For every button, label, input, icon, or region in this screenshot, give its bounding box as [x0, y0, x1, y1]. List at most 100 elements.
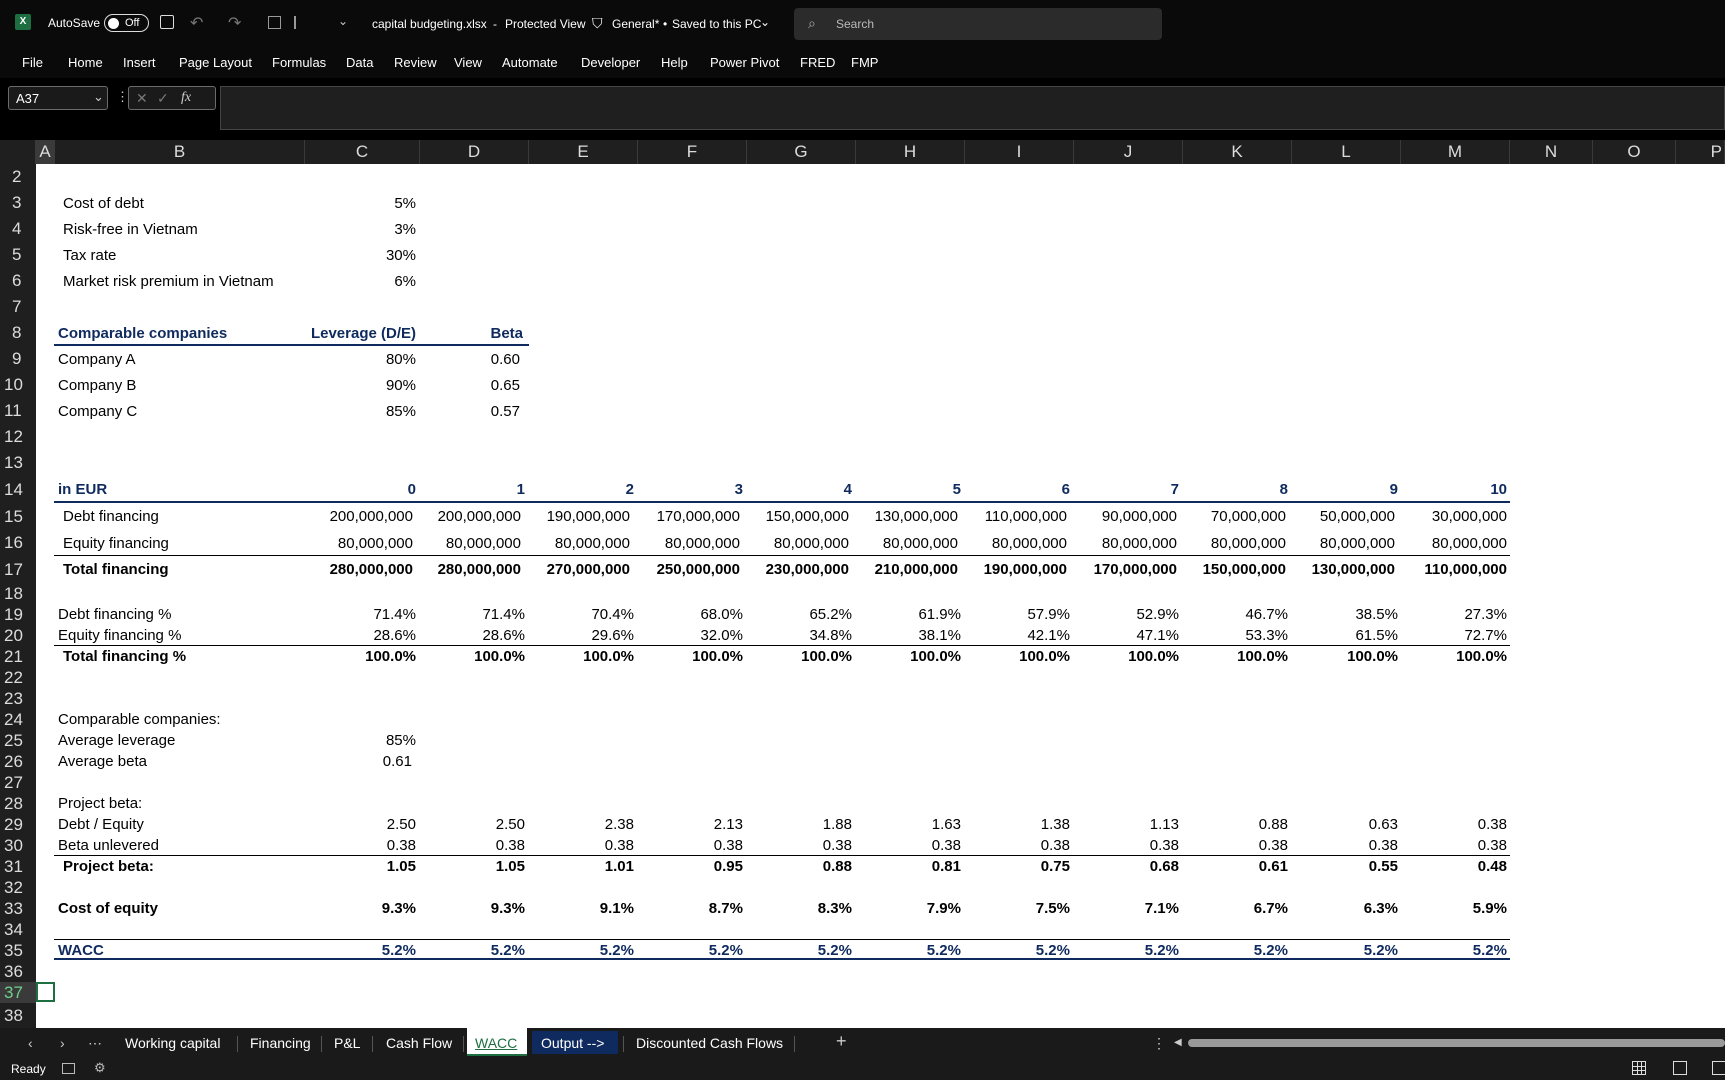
scroll-right-icon[interactable]: ›: [60, 1035, 65, 1051]
debt-financing-value[interactable]: 150,000,000: [766, 508, 849, 525]
project-beta-value[interactable]: 1.05: [496, 858, 525, 875]
total-financing-value[interactable]: 150,000,000: [1203, 561, 1286, 578]
row-header[interactable]: 11: [0, 398, 36, 424]
formula-input[interactable]: [220, 86, 1725, 130]
debt-financing-value[interactable]: 90,000,000: [1102, 508, 1177, 525]
comps-beta[interactable]: 0.65: [491, 377, 520, 394]
row-header[interactable]: 36: [0, 961, 36, 982]
debt-financing-value[interactable]: 70,000,000: [1211, 508, 1286, 525]
row-header[interactable]: 34: [0, 919, 36, 940]
page-layout-view-icon[interactable]: [1673, 1061, 1687, 1075]
row-header[interactable]: 38: [0, 1003, 36, 1028]
undo-icon[interactable]: ↶: [190, 13, 203, 33]
wacc-value[interactable]: 5.2%: [818, 942, 852, 959]
input-value[interactable]: 3%: [394, 221, 416, 238]
page-break-view-icon[interactable]: [1712, 1061, 1725, 1075]
column-header[interactable]: O: [1593, 140, 1676, 164]
cost-of-equity-value[interactable]: 9.3%: [382, 900, 416, 917]
total-financing-value[interactable]: 210,000,000: [875, 561, 958, 578]
row-header[interactable]: 25: [0, 730, 36, 751]
input-label[interactable]: Tax rate: [63, 247, 116, 264]
debt-pct-value[interactable]: 71.4%: [373, 606, 416, 623]
debt-equity-value[interactable]: 2.38: [605, 816, 634, 833]
debt-financing-value[interactable]: 200,000,000: [438, 508, 521, 525]
debt-pct-value[interactable]: 52.9%: [1136, 606, 1179, 623]
comps-beta[interactable]: 0.60: [491, 351, 520, 368]
equity-pct-value[interactable]: 32.0%: [700, 627, 743, 644]
beta-unlevered-value[interactable]: 0.38: [1478, 837, 1507, 854]
debt-pct-value[interactable]: 70.4%: [591, 606, 634, 623]
row-header[interactable]: 16: [0, 530, 36, 556]
equity-financing-value[interactable]: 80,000,000: [555, 535, 630, 552]
debt-financing-value[interactable]: 190,000,000: [547, 508, 630, 525]
equity-pct-value[interactable]: 29.6%: [591, 627, 634, 644]
tab-pl[interactable]: P&L: [334, 1035, 360, 1051]
beta-unlevered-value[interactable]: 0.38: [714, 837, 743, 854]
save-icon[interactable]: [160, 15, 174, 29]
row-header[interactable]: 27: [0, 772, 36, 793]
normal-view-icon[interactable]: [1632, 1061, 1646, 1075]
row-header[interactable]: 5: [0, 242, 36, 268]
input-label[interactable]: Risk-free in Vietnam: [63, 221, 198, 238]
row-header[interactable]: 18: [0, 583, 36, 604]
column-header[interactable]: G: [747, 140, 856, 164]
input-label[interactable]: Market risk premium in Vietnam: [63, 273, 274, 290]
total-pct-value[interactable]: 100.0%: [1237, 648, 1288, 665]
tab-wacc-active[interactable]: WACC: [467, 1028, 527, 1056]
project-beta-value[interactable]: 0.75: [1041, 858, 1070, 875]
row-header[interactable]: 21: [0, 646, 36, 667]
name-box[interactable]: A37 ⌄: [8, 86, 108, 110]
debt-financing-value[interactable]: 50,000,000: [1320, 508, 1395, 525]
macro-recorder-icon[interactable]: [62, 1063, 75, 1074]
menu-file[interactable]: File: [22, 55, 43, 70]
debt-pct-value[interactable]: 65.2%: [809, 606, 852, 623]
debt-financing-label[interactable]: Debt financing: [63, 508, 159, 525]
year-header[interactable]: 1: [517, 481, 525, 498]
wacc-value[interactable]: 5.2%: [1473, 942, 1507, 959]
beta-unlevered-value[interactable]: 0.38: [823, 837, 852, 854]
year-header[interactable]: 0: [408, 481, 416, 498]
debt-equity-value[interactable]: 1.88: [823, 816, 852, 833]
comps-leverage[interactable]: 80%: [386, 351, 416, 368]
fx-icon[interactable]: fx: [181, 90, 191, 106]
column-header[interactable]: N: [1510, 140, 1593, 164]
project-beta-value[interactable]: 0.55: [1369, 858, 1398, 875]
total-financing-value[interactable]: 190,000,000: [984, 561, 1067, 578]
menu-fmp[interactable]: FMP: [851, 55, 878, 70]
tab-financing[interactable]: Financing: [250, 1035, 311, 1051]
input-value[interactable]: 30%: [386, 247, 416, 264]
redo-icon[interactable]: ↷: [228, 13, 241, 33]
chevron-down-icon[interactable]: ⌄: [760, 15, 770, 29]
row-header[interactable]: 19: [0, 604, 36, 625]
project-beta-value[interactable]: 0.68: [1150, 858, 1179, 875]
column-header[interactable]: J: [1074, 140, 1183, 164]
row-header[interactable]: 7: [0, 294, 36, 320]
total-financing-value[interactable]: 280,000,000: [438, 561, 521, 578]
cost-of-equity-value[interactable]: 5.9%: [1473, 900, 1507, 917]
comps-company[interactable]: Company C: [58, 403, 137, 420]
column-header[interactable]: L: [1292, 140, 1401, 164]
worksheet-grid[interactable]: Cost of debt 5% Risk-free in Vietnam 3% Tax …: [36, 164, 1725, 1028]
menu-power-pivot[interactable]: Power Pivot: [710, 55, 779, 70]
total-pct-value[interactable]: 100.0%: [474, 648, 525, 665]
wacc-value[interactable]: 5.2%: [382, 942, 416, 959]
avg-leverage-label[interactable]: Average leverage: [58, 732, 175, 749]
equity-financing-value[interactable]: 80,000,000: [1432, 535, 1507, 552]
row-header[interactable]: 4: [0, 216, 36, 242]
debt-pct-value[interactable]: 68.0%: [700, 606, 743, 623]
project-beta-value[interactable]: 0.48: [1478, 858, 1507, 875]
project-beta-value[interactable]: 0.95: [714, 858, 743, 875]
column-header[interactable]: H: [856, 140, 965, 164]
debt-pct-value[interactable]: 46.7%: [1245, 606, 1288, 623]
column-header[interactable]: A: [36, 140, 55, 164]
row-header[interactable]: 13: [0, 450, 36, 476]
debt-equity-value[interactable]: 2.50: [387, 816, 416, 833]
total-financing-value[interactable]: 280,000,000: [330, 561, 413, 578]
debt-equity-value[interactable]: 1.13: [1150, 816, 1179, 833]
menu-page-layout[interactable]: Page Layout: [179, 55, 252, 70]
column-header[interactable]: B: [55, 140, 305, 164]
equity-pct-value[interactable]: 47.1%: [1136, 627, 1179, 644]
row-header[interactable]: 28: [0, 793, 36, 814]
equity-financing-value[interactable]: 80,000,000: [665, 535, 740, 552]
wacc-value[interactable]: 5.2%: [927, 942, 961, 959]
